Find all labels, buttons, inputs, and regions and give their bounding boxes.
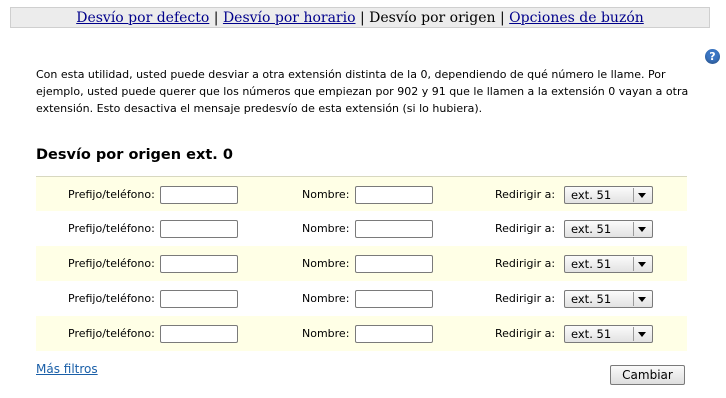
redirect-select[interactable]: ext. 51 xyxy=(564,220,653,238)
tab-bar: Desvío por defecto | Desvío por horario … xyxy=(10,7,710,28)
chevron-down-icon xyxy=(638,227,646,232)
tab-schedule-forward[interactable]: Desvío por horario xyxy=(223,10,356,26)
redirect-label: Redirigir a: xyxy=(495,222,556,235)
name-label: Nombre: xyxy=(302,257,350,270)
prefix-input[interactable] xyxy=(160,186,238,204)
filter-row: Prefijo/teléfono: Nombre: Redirigir a: e… xyxy=(36,211,687,246)
prefix-label: Prefijo/teléfono: xyxy=(68,188,155,201)
prefix-input[interactable] xyxy=(160,290,238,308)
redirect-select-value: ext. 51 xyxy=(571,257,612,271)
name-input[interactable] xyxy=(355,290,433,308)
select-divider xyxy=(633,292,634,306)
redirect-select[interactable]: ext. 51 xyxy=(564,255,653,273)
name-label: Nombre: xyxy=(302,188,350,201)
redirect-select-value: ext. 51 xyxy=(571,222,612,236)
tab-default-forward[interactable]: Desvío por defecto xyxy=(76,10,209,26)
name-label: Nombre: xyxy=(302,222,350,235)
select-divider xyxy=(633,188,634,202)
section-title: Desvío por origen ext. 0 xyxy=(36,147,233,163)
redirect-select[interactable]: ext. 51 xyxy=(564,325,653,343)
tab-separator: | xyxy=(499,10,505,26)
redirect-label: Redirigir a: xyxy=(495,292,556,305)
filter-row: Prefijo/teléfono: Nombre: Redirigir a: e… xyxy=(36,316,687,351)
filter-row: Prefijo/teléfono: Nombre: Redirigir a: e… xyxy=(36,246,687,281)
redirect-select[interactable]: ext. 51 xyxy=(564,290,653,308)
chevron-down-icon xyxy=(638,193,646,198)
change-button[interactable]: Cambiar xyxy=(610,365,685,385)
prefix-input[interactable] xyxy=(160,325,238,343)
name-input[interactable] xyxy=(355,220,433,238)
prefix-label: Prefijo/teléfono: xyxy=(68,222,155,235)
filter-row: Prefijo/teléfono: Nombre: Redirigir a: e… xyxy=(36,281,687,316)
redirect-select-value: ext. 51 xyxy=(571,292,612,306)
redirect-select-value: ext. 51 xyxy=(571,327,612,341)
select-divider xyxy=(633,222,634,236)
prefix-label: Prefijo/teléfono: xyxy=(68,292,155,305)
redirect-label: Redirigir a: xyxy=(495,327,556,340)
redirect-label: Redirigir a: xyxy=(495,188,556,201)
name-input[interactable] xyxy=(355,325,433,343)
filter-row: Prefijo/teléfono: Nombre: Redirigir a: e… xyxy=(36,176,687,211)
select-divider xyxy=(633,327,634,341)
filter-table: Prefijo/teléfono: Nombre: Redirigir a: e… xyxy=(36,176,687,351)
name-label: Nombre: xyxy=(302,292,350,305)
tab-separator: | xyxy=(359,10,365,26)
prefix-label: Prefijo/teléfono: xyxy=(68,257,155,270)
name-input[interactable] xyxy=(355,255,433,273)
select-divider xyxy=(633,257,634,271)
name-input[interactable] xyxy=(355,186,433,204)
prefix-input[interactable] xyxy=(160,255,238,273)
more-filters-link[interactable]: Más filtros xyxy=(36,362,98,376)
intro-text: Con esta utilidad, usted puede desviar a… xyxy=(36,68,689,115)
prefix-label: Prefijo/teléfono: xyxy=(68,327,155,340)
chevron-down-icon xyxy=(638,262,646,267)
tab-mailbox-options[interactable]: Opciones de buzón xyxy=(509,10,644,26)
redirect-select-value: ext. 51 xyxy=(571,188,612,202)
redirect-select[interactable]: ext. 51 xyxy=(564,186,653,204)
chevron-down-icon xyxy=(638,297,646,302)
tab-origin-forward: Desvío por origen xyxy=(369,10,496,26)
name-label: Nombre: xyxy=(302,327,350,340)
tab-separator: | xyxy=(213,10,219,26)
prefix-input[interactable] xyxy=(160,220,238,238)
redirect-label: Redirigir a: xyxy=(495,257,556,270)
help-icon[interactable]: ? xyxy=(705,49,720,64)
chevron-down-icon xyxy=(638,332,646,337)
